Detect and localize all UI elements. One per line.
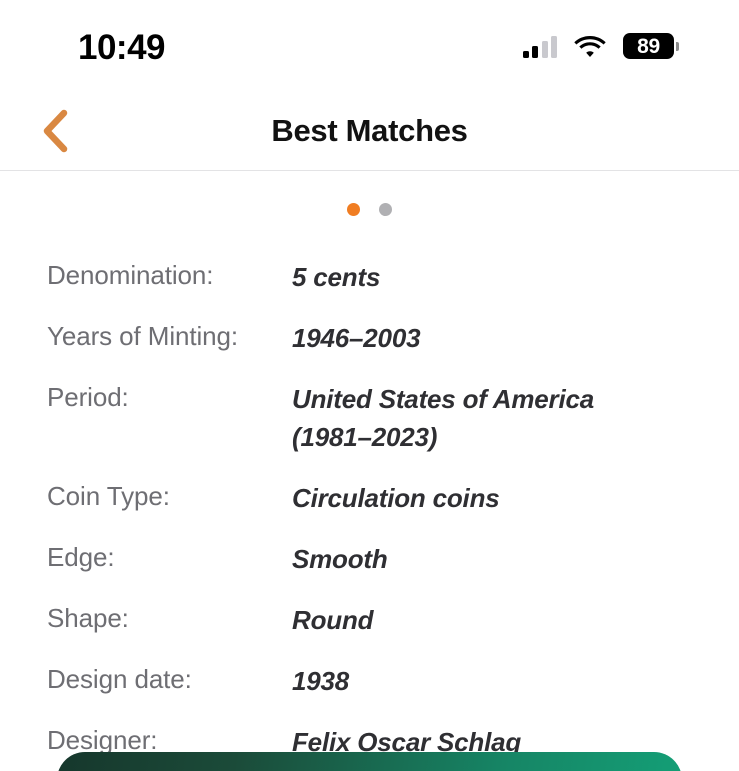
primary-action-button[interactable] xyxy=(57,752,682,771)
status-bar-indicators: 89 xyxy=(522,33,679,59)
page-title: Best Matches xyxy=(271,112,468,148)
coin-detail-list: Denomination: 5 cents Years of Minting: … xyxy=(0,258,739,771)
detail-value: Circulation coins xyxy=(292,483,500,513)
battery-body: 89 xyxy=(623,33,674,59)
detail-row-design-date: Design date: 1938 xyxy=(0,662,739,700)
detail-label: Shape: xyxy=(47,603,129,633)
detail-row-edge: Edge: Smooth xyxy=(0,540,739,578)
wifi-icon xyxy=(574,35,606,58)
signal-bar-4 xyxy=(551,35,557,58)
detail-row-period: Period: United States of America (1981–2… xyxy=(0,380,739,456)
detail-row-denomination: Denomination: 5 cents xyxy=(0,258,739,296)
detail-value: Round xyxy=(292,605,374,635)
detail-label: Period: xyxy=(47,382,129,412)
detail-value: 1946–2003 xyxy=(292,323,421,353)
detail-value: 5 cents xyxy=(292,262,381,292)
signal-bar-3 xyxy=(541,40,548,58)
page-dot-2[interactable] xyxy=(379,203,392,216)
detail-value: 1938 xyxy=(292,666,350,696)
battery-icon: 89 xyxy=(623,33,679,59)
detail-row-years-of-minting: Years of Minting: 1946–2003 xyxy=(0,319,739,357)
detail-label: Design date: xyxy=(47,664,192,694)
status-bar: 10:49 89 xyxy=(0,0,739,92)
page-indicator xyxy=(0,203,739,216)
detail-row-shape: Shape: Round xyxy=(0,601,739,639)
navigation-bar: Best Matches xyxy=(0,92,739,171)
signal-bar-2 xyxy=(532,45,538,58)
detail-label: Years of Minting: xyxy=(47,321,239,351)
detail-value: United States of America (1981–2023) xyxy=(292,384,594,452)
detail-value: Smooth xyxy=(292,544,388,574)
detail-label: Coin Type: xyxy=(47,481,170,511)
app-screen: 10:49 89 Best Matches Denomination: 5 ce… xyxy=(0,0,739,771)
detail-label: Edge: xyxy=(47,542,115,572)
battery-level-label: 89 xyxy=(637,34,660,58)
battery-cap xyxy=(676,41,679,51)
page-dot-1[interactable] xyxy=(347,203,360,216)
detail-label: Denomination: xyxy=(47,260,214,290)
status-bar-clock: 10:49 xyxy=(78,27,166,67)
detail-row-coin-type: Coin Type: Circulation coins xyxy=(0,479,739,517)
cellular-signal-icon xyxy=(522,35,557,58)
signal-bar-1 xyxy=(522,50,529,58)
